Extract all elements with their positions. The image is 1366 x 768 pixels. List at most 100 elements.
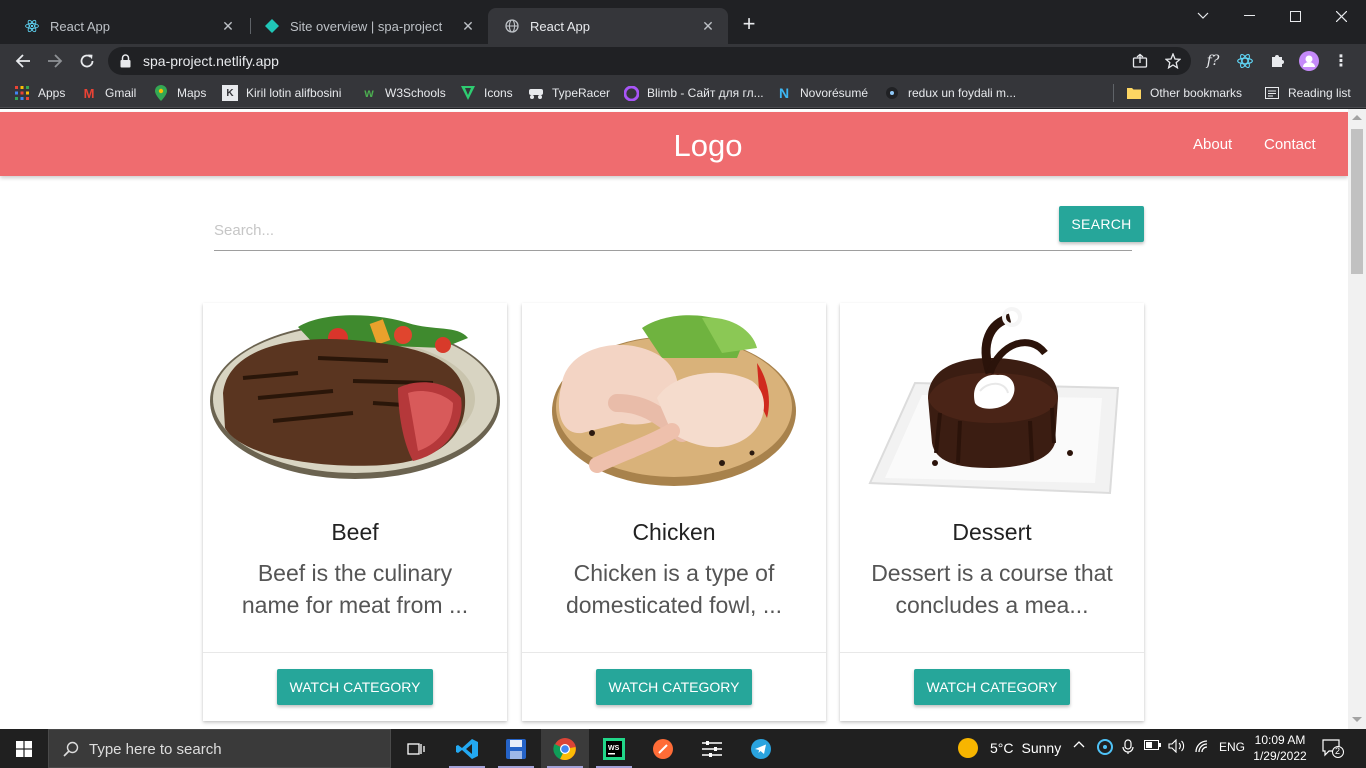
bookmark-label: TypeRacer [552, 86, 611, 100]
forward-arrow-icon[interactable] [42, 48, 68, 74]
back-arrow-icon[interactable] [10, 48, 36, 74]
notifications-icon[interactable]: 2 [1322, 738, 1344, 761]
tab-react-app-active[interactable]: React App ✕ [488, 8, 728, 44]
tray-app-icon[interactable] [1097, 739, 1113, 758]
bookmark-blimb[interactable]: Blimb - Сайт для гл... [623, 84, 764, 102]
close-tab-icon[interactable]: ✕ [220, 18, 236, 34]
scrollbar-thumb[interactable] [1351, 129, 1363, 274]
site-logo[interactable]: Logo [0, 128, 1348, 164]
card-divider [203, 652, 507, 653]
maximize-icon[interactable] [1272, 0, 1318, 32]
tab-strip: React App ✕ Site overview | spa-project … [0, 0, 1366, 44]
tab-react-app-1[interactable]: React App ✕ [8, 8, 248, 44]
formula-extension-icon[interactable]: f? [1202, 51, 1224, 71]
close-tab-icon[interactable]: ✕ [460, 18, 476, 34]
card-title: Chicken [632, 519, 716, 545]
watch-category-button[interactable]: WATCH CATEGORY [596, 669, 752, 705]
nav-contact-link[interactable]: Contact [1264, 136, 1316, 153]
card-description: Beef is the culinary name for meat from … [241, 560, 469, 618]
postman-icon[interactable] [639, 729, 687, 768]
tab-site-overview[interactable]: Site overview | spa-project ✕ [248, 8, 488, 44]
bookmark-label: Blimb - Сайт для гл... [647, 86, 764, 100]
share-icon[interactable] [1132, 53, 1148, 69]
chicken-legs-image [522, 303, 826, 503]
address-bar[interactable]: spa-project.netlify.app [108, 47, 1191, 75]
beef-steak-image [203, 303, 507, 503]
clock-time: 10:09 AM [1254, 733, 1306, 747]
category-card-dessert: Dessert Dessert is a course that conclud… [840, 303, 1144, 721]
bookmark-star-icon[interactable] [1164, 52, 1182, 70]
search-field [214, 209, 1132, 251]
extensions-puzzle-icon[interactable] [1266, 51, 1288, 71]
windows-start-icon[interactable] [0, 729, 48, 768]
search-icon [63, 741, 79, 762]
bookmark-apps[interactable]: Apps [14, 84, 65, 102]
wifi-icon[interactable] [1194, 739, 1210, 756]
bookmark-label: Other bookmarks [1150, 86, 1243, 100]
vscode-icon[interactable] [443, 729, 491, 768]
card-divider [840, 652, 1144, 653]
novoresume-icon: N [778, 85, 790, 101]
clock-date: 1/29/2022 [1253, 749, 1307, 763]
taskbar-search-box[interactable]: Type here to search [48, 729, 391, 768]
new-tab-button[interactable]: + [738, 13, 760, 36]
apps-grid-icon [14, 85, 30, 101]
bookmark-maps[interactable]: Maps [153, 84, 206, 102]
window-chevron-icon[interactable] [1180, 0, 1226, 32]
scroll-down-arrow-icon[interactable] [1352, 717, 1362, 722]
bookmark-label: Maps [177, 86, 207, 100]
task-view-icon[interactable] [392, 729, 440, 768]
icons-icon [460, 85, 476, 101]
mixer-settings-icon[interactable] [688, 729, 736, 768]
chrome-icon[interactable] [541, 729, 589, 768]
card-description: Chicken is a type of domesticated fowl, … [565, 560, 783, 618]
watch-category-button[interactable]: WATCH CATEGORY [277, 669, 433, 705]
telegram-icon[interactable] [737, 729, 785, 768]
taskbar: Type here to search WS 5°C Sunny ENG 10:… [0, 729, 1366, 768]
browser-toolbar: spa-project.netlify.app f? ⋮ [0, 44, 1366, 78]
bookmark-typeracer[interactable]: TypeRacer [528, 84, 610, 102]
mic-icon[interactable] [1122, 739, 1134, 758]
search-button[interactable]: SEARCH [1059, 206, 1144, 242]
watch-category-button[interactable]: WATCH CATEGORY [914, 669, 1070, 705]
battery-icon[interactable] [1144, 739, 1162, 754]
reload-icon[interactable] [74, 48, 100, 74]
bookmark-gmail[interactable]: M Gmail [81, 84, 137, 102]
tab-title: Site overview | spa-project [290, 18, 443, 34]
scroll-up-arrow-icon[interactable] [1352, 115, 1362, 120]
search-input[interactable] [214, 219, 1034, 241]
nav-about-link[interactable]: About [1193, 136, 1232, 153]
bookmark-icons[interactable]: Icons [460, 84, 513, 102]
url-text[interactable]: spa-project.netlify.app [143, 53, 279, 69]
page-viewport: Logo About Contact SEARCH Beef [0, 109, 1348, 729]
bookmark-redux[interactable]: redux un foydali m... [884, 84, 1016, 102]
bookmark-other[interactable]: Other bookmarks [1126, 84, 1242, 102]
netlify-icon [264, 18, 280, 34]
tab-title: React App [530, 18, 590, 34]
language-indicator[interactable]: ENG [1219, 740, 1245, 754]
show-hidden-icons-chevron-icon[interactable] [1073, 739, 1085, 754]
kebab-menu-icon[interactable]: ⋮ [1330, 51, 1352, 71]
volume-icon[interactable] [1168, 738, 1186, 756]
profile-avatar[interactable] [1298, 51, 1320, 71]
close-window-icon[interactable] [1318, 0, 1364, 32]
sun-icon [958, 738, 978, 758]
bookmark-label: W3Schools [385, 86, 446, 100]
react-icon [24, 18, 40, 34]
svg-text:WS: WS [608, 745, 620, 752]
weather-widget[interactable]: 5°C Sunny [958, 738, 1061, 758]
category-card-beef: Beef Beef is the culinary name for meat … [203, 303, 507, 721]
bookmark-novoresume[interactable]: N Novorésumé [776, 84, 868, 102]
minimize-icon[interactable] [1226, 0, 1272, 32]
page-scrollbar[interactable] [1348, 109, 1366, 729]
bookmark-w3schools[interactable]: w W3Schools [361, 84, 446, 102]
reading-list-button[interactable]: Reading list [1264, 84, 1351, 102]
lock-icon[interactable] [120, 54, 131, 73]
bookmark-kiril[interactable]: K Kiril lotin alifbosini [222, 84, 341, 102]
save-app-icon[interactable] [492, 729, 540, 768]
system-clock[interactable]: 10:09 AM 1/29/2022 [1252, 732, 1308, 764]
category-card-chicken: Chicken Chicken is a type of domesticate… [522, 303, 826, 721]
react-devtools-icon[interactable] [1234, 51, 1256, 71]
webstorm-icon[interactable]: WS [590, 729, 638, 768]
close-tab-icon[interactable]: ✕ [700, 18, 716, 34]
